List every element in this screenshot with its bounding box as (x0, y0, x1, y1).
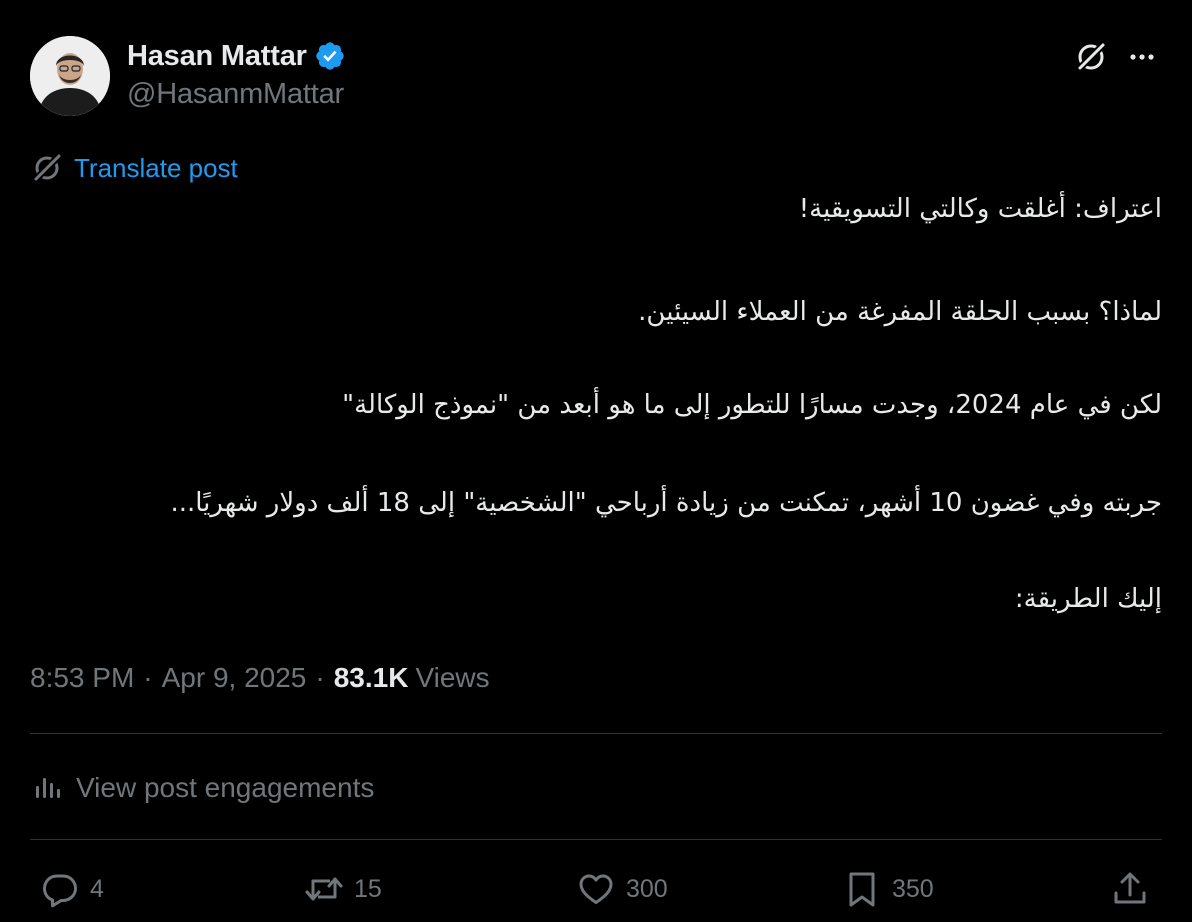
repost-icon (305, 877, 343, 901)
user-handle[interactable]: @HasanmMattar (127, 78, 344, 111)
more-icon[interactable] (1123, 38, 1161, 76)
like-count: 300 (626, 874, 668, 903)
translate-icon (31, 152, 63, 184)
post-text-line: لماذا؟ بسبب الحلقة المفرغة من العملاء ال… (638, 297, 1162, 327)
view-post-engagements-button[interactable]: View post engagements (30, 768, 374, 808)
translate-post-label: Translate post (74, 152, 238, 183)
bookmark-icon (849, 872, 875, 907)
views-label: Views (415, 662, 490, 693)
meta-separator: · (315, 662, 325, 693)
share-button[interactable] (1108, 866, 1152, 912)
post-text-line: اعتراف: أغلقت وكالتي التسويقية! (798, 194, 1162, 224)
avatar[interactable] (30, 36, 110, 116)
post-meta: 8:53 PM · Apr 9, 2025 · 83.1K Views (30, 658, 490, 698)
post-date[interactable]: Apr 9, 2025 (162, 662, 307, 694)
repost-count: 15 (354, 874, 382, 903)
bookmark-button[interactable]: 350 (840, 866, 934, 912)
like-button[interactable]: 300 (574, 866, 668, 912)
translate-post-button[interactable]: Translate post (30, 150, 238, 186)
bookmark-count: 350 (892, 874, 934, 903)
view-post-engagements-label: View post engagements (76, 772, 375, 803)
reply-icon (43, 874, 77, 908)
divider (30, 733, 1162, 734)
post-time[interactable]: 8:53 PM (30, 662, 134, 694)
reply-count: 4 (90, 874, 104, 903)
display-name[interactable]: Hasan Mattar (127, 40, 307, 73)
heart-icon (579, 874, 613, 904)
reply-button[interactable]: 4 (38, 866, 104, 912)
post-text-line: لكن في عام 2024، وجدت مسارًا للتطور إلى … (342, 390, 1162, 420)
divider (30, 839, 1162, 840)
post-text-line: جربته وفي غضون 10 أشهر، تمكنت من زيادة أ… (170, 488, 1162, 518)
grok-icon[interactable] (1072, 38, 1110, 76)
repost-button[interactable]: 15 (302, 866, 382, 912)
post-text-line: إليك الطريقة: (1014, 584, 1162, 614)
share-icon (1114, 872, 1146, 904)
analytics-icon (36, 778, 60, 798)
verified-badge-icon[interactable] (314, 40, 346, 72)
meta-separator: · (143, 662, 153, 693)
view-count: 83.1K (333, 662, 409, 693)
